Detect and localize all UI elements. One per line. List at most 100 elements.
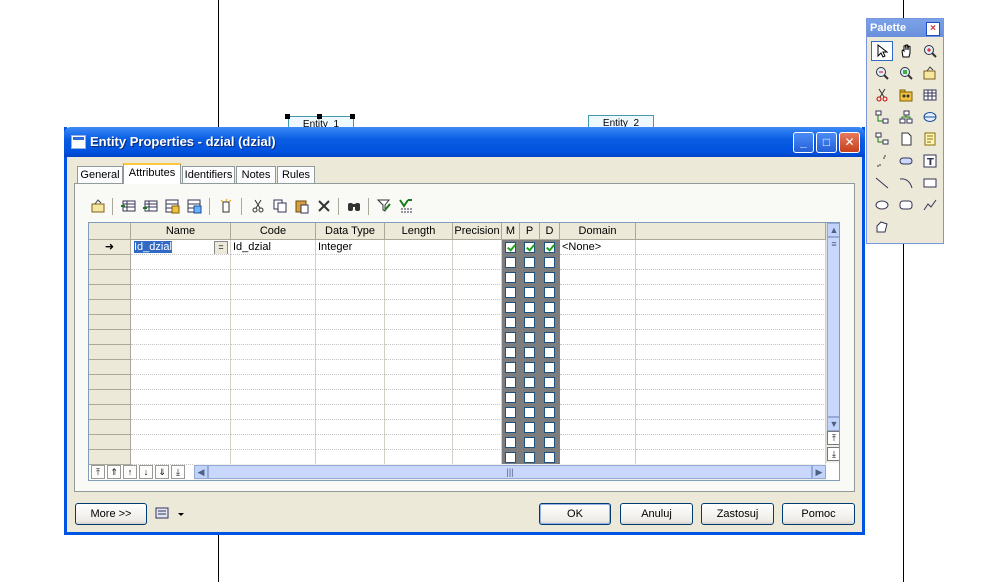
primary-checkbox[interactable] <box>524 452 535 463</box>
column-header-domain[interactable]: Domain <box>560 223 636 240</box>
row-header[interactable] <box>89 315 131 330</box>
grid-cell[interactable] <box>636 300 826 315</box>
grid-cell[interactable] <box>636 345 826 360</box>
attribute-code-cell[interactable]: Id_dzial <box>231 240 316 255</box>
hand-icon[interactable] <box>895 41 917 61</box>
grid-cell[interactable] <box>231 300 316 315</box>
primary-checkbox[interactable] <box>524 377 535 388</box>
grid-cell[interactable] <box>560 315 636 330</box>
grid-cell[interactable] <box>560 345 636 360</box>
grid-cell[interactable] <box>131 330 231 345</box>
row-header[interactable] <box>89 345 131 360</box>
mandatory-checkbox[interactable] <box>505 272 516 283</box>
grid-cell[interactable] <box>560 300 636 315</box>
more-button[interactable]: More >> <box>75 503 147 525</box>
mandatory-checkbox[interactable] <box>505 452 516 463</box>
grid-cell[interactable] <box>453 435 502 450</box>
grid-cell[interactable] <box>560 390 636 405</box>
cancel-button[interactable]: Anuluj <box>620 503 693 525</box>
grid-cell[interactable] <box>316 390 385 405</box>
column-header-length[interactable]: Length <box>385 223 453 240</box>
primary-checkbox[interactable] <box>524 272 535 283</box>
grid-cell[interactable] <box>231 285 316 300</box>
grid-cell[interactable] <box>453 345 502 360</box>
grid-cell[interactable] <box>453 285 502 300</box>
polygon-icon[interactable] <box>871 217 893 237</box>
grid-cell[interactable] <box>385 315 453 330</box>
add-row-icon[interactable] <box>118 196 138 216</box>
cut-icon[interactable] <box>871 85 893 105</box>
copy-icon[interactable] <box>270 196 290 216</box>
grid-cell[interactable] <box>453 450 502 465</box>
grid-cell[interactable] <box>560 270 636 285</box>
grid-cell[interactable] <box>316 435 385 450</box>
grid-cell[interactable] <box>453 360 502 375</box>
grid-cell[interactable] <box>231 375 316 390</box>
column-header-displayed[interactable]: D <box>540 223 560 240</box>
grid-cell[interactable] <box>131 450 231 465</box>
move-up-button[interactable]: ↑ <box>123 465 137 479</box>
row-header[interactable] <box>89 330 131 345</box>
grid-cell[interactable] <box>453 255 502 270</box>
grid-cell[interactable] <box>131 300 231 315</box>
grid-cell[interactable] <box>636 315 826 330</box>
displayed-checkbox[interactable] <box>544 287 555 298</box>
tab-rules[interactable]: Rules <box>277 166 315 183</box>
properties-icon[interactable] <box>919 63 941 83</box>
attribute-domain-cell[interactable]: <None> <box>560 240 636 255</box>
attribute-data-type-cell[interactable]: Integer <box>316 240 385 255</box>
grid-cell[interactable] <box>560 435 636 450</box>
move-page-down-button[interactable]: ⇓ <box>155 465 169 479</box>
scroll-right-button[interactable]: ▶ <box>812 465 826 479</box>
row-header[interactable] <box>89 270 131 285</box>
grid-cell[interactable] <box>231 420 316 435</box>
row-header[interactable] <box>89 435 131 450</box>
grid-cell[interactable] <box>316 285 385 300</box>
grid-cell[interactable] <box>131 420 231 435</box>
grid-cell[interactable] <box>131 375 231 390</box>
hierarchy-icon[interactable] <box>895 107 917 127</box>
text-icon[interactable]: T <box>919 151 941 171</box>
rectangle-icon[interactable] <box>919 173 941 193</box>
grid-cell[interactable] <box>316 420 385 435</box>
grid-cell[interactable] <box>453 300 502 315</box>
grid-cell[interactable] <box>636 390 826 405</box>
row-header[interactable] <box>89 255 131 270</box>
displayed-checkbox[interactable] <box>544 422 555 433</box>
grid-cell[interactable] <box>560 330 636 345</box>
grid-cell[interactable] <box>636 360 826 375</box>
horizontal-scrollbar[interactable]: ◀ ||| ▶ <box>194 464 826 480</box>
move-down-button[interactable]: ↓ <box>139 465 153 479</box>
mandatory-checkbox[interactable] <box>505 377 516 388</box>
grid-cell[interactable] <box>316 300 385 315</box>
vertical-scrollbar[interactable]: ▲ ≡ ▼ ⤒ ⤓ <box>826 223 839 463</box>
grid-cell[interactable] <box>453 390 502 405</box>
package-icon[interactable] <box>895 85 917 105</box>
rounded-rect-icon[interactable] <box>895 195 917 215</box>
grid-cell[interactable] <box>385 390 453 405</box>
pointer-icon[interactable] <box>871 41 893 61</box>
palette-title-bar[interactable]: Palette × <box>867 19 943 37</box>
mandatory-checkbox[interactable] <box>505 317 516 328</box>
grid-cell[interactable] <box>636 330 826 345</box>
tab-identifiers[interactable]: Identifiers <box>182 166 235 183</box>
row-header[interactable] <box>89 390 131 405</box>
grid-cell[interactable] <box>636 375 826 390</box>
primary-checkbox[interactable] <box>524 302 535 313</box>
line-icon[interactable] <box>871 173 893 193</box>
mandatory-checkbox[interactable] <box>505 362 516 373</box>
primary-checkbox[interactable] <box>524 392 535 403</box>
inheritance-icon[interactable] <box>871 107 893 127</box>
displayed-checkbox[interactable] <box>544 272 555 283</box>
primary-checkbox[interactable] <box>524 332 535 343</box>
grid-cell[interactable] <box>231 435 316 450</box>
displayed-checkbox[interactable] <box>544 377 555 388</box>
customize-columns-icon[interactable] <box>374 196 394 216</box>
move-to-top-button[interactable]: ⤒ <box>91 465 105 479</box>
scroll-down-button[interactable]: ▼ <box>827 417 839 431</box>
delete-icon[interactable] <box>314 196 334 216</box>
grid-cell[interactable] <box>131 435 231 450</box>
grid-cell[interactable] <box>560 285 636 300</box>
primary-checkbox[interactable] <box>524 347 535 358</box>
zoom-fit-icon[interactable] <box>895 63 917 83</box>
